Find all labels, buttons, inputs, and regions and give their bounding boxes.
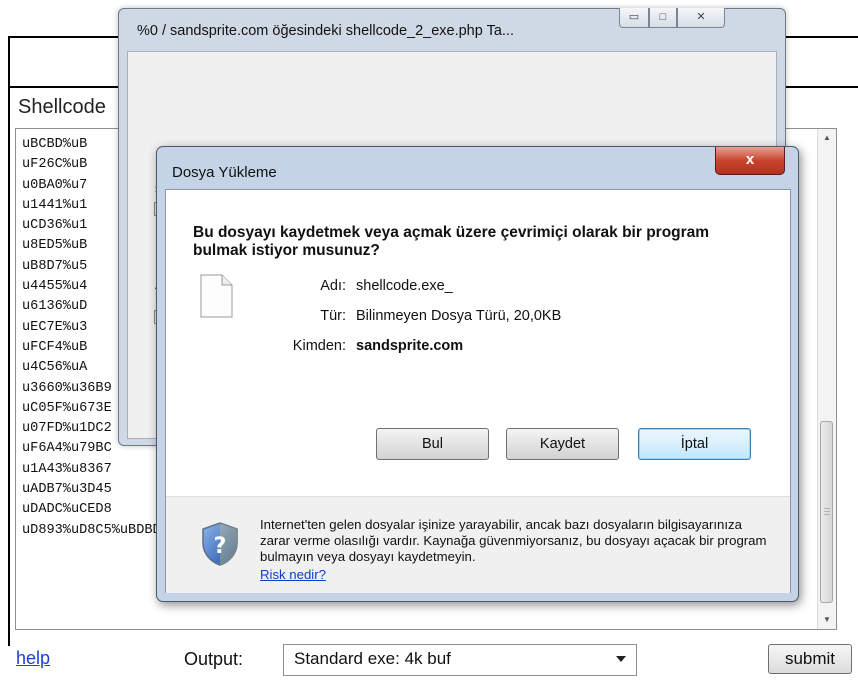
- maximize-icon[interactable]: □: [649, 8, 677, 28]
- file-source-value: sandsprite.com: [356, 338, 464, 354]
- file-type-value: Bilinmeyen Dosya Türü, 20,0KB: [356, 308, 562, 324]
- file-source-label: Kimden:: [292, 338, 346, 354]
- file-type-label: Tür:: [320, 308, 346, 324]
- dialog-client: Bu dosyayı kaydetmek veya açmak üzere çe…: [165, 189, 791, 593]
- risk-info-link[interactable]: Risk nedir?: [260, 567, 326, 582]
- dialog-title: Dosya Yükleme: [172, 164, 277, 181]
- help-link[interactable]: help: [16, 648, 50, 669]
- vertical-scrollbar[interactable]: ▲ — — — ▼: [817, 129, 836, 629]
- submit-button[interactable]: submit: [768, 644, 852, 674]
- security-warning-text: Internet'ten gelen dosyalar işinize yara…: [260, 517, 767, 564]
- file-name-label: Adı:: [320, 278, 346, 294]
- scroll-down-arrow-icon[interactable]: ▼: [818, 611, 836, 629]
- section-title: Shellcode: [18, 96, 106, 118]
- dialog-question: Bu dosyayı kaydetmek veya açmak üzere çe…: [193, 224, 710, 259]
- scroll-up-arrow-icon[interactable]: ▲: [818, 129, 836, 147]
- chevron-down-icon: [616, 656, 626, 662]
- svg-text:?: ?: [214, 534, 227, 559]
- window-caption-buttons: ▭ □ ✕: [619, 8, 725, 30]
- file-icon: [200, 274, 233, 318]
- file-download-dialog: Dosya Yükleme x Bu dosyayı kaydetmek vey…: [156, 146, 799, 602]
- minimize-icon[interactable]: ▭: [619, 8, 649, 28]
- find-button[interactable]: Bul: [376, 428, 489, 460]
- output-select-value: Standard exe: 4k buf: [294, 649, 451, 668]
- output-label: Output:: [184, 649, 244, 669]
- output-select[interactable]: Standard exe: 4k buf: [283, 644, 637, 676]
- file-name-value: shellcode.exe_: [356, 278, 453, 294]
- close-icon[interactable]: x: [715, 147, 785, 175]
- scrollbar-thumb[interactable]: — — —: [820, 421, 833, 603]
- security-shield-icon: ?: [202, 522, 238, 566]
- grip-icon: — — —: [824, 506, 830, 518]
- save-button[interactable]: Kaydet: [506, 428, 619, 460]
- download-window-title: %0 / sandsprite.com öğesindeki shellcode…: [137, 23, 514, 39]
- security-warning-area: ? Internet'ten gelen dosyalar işinize ya…: [166, 496, 790, 593]
- cancel-button[interactable]: İptal: [638, 428, 751, 460]
- close-icon[interactable]: ✕: [677, 8, 725, 28]
